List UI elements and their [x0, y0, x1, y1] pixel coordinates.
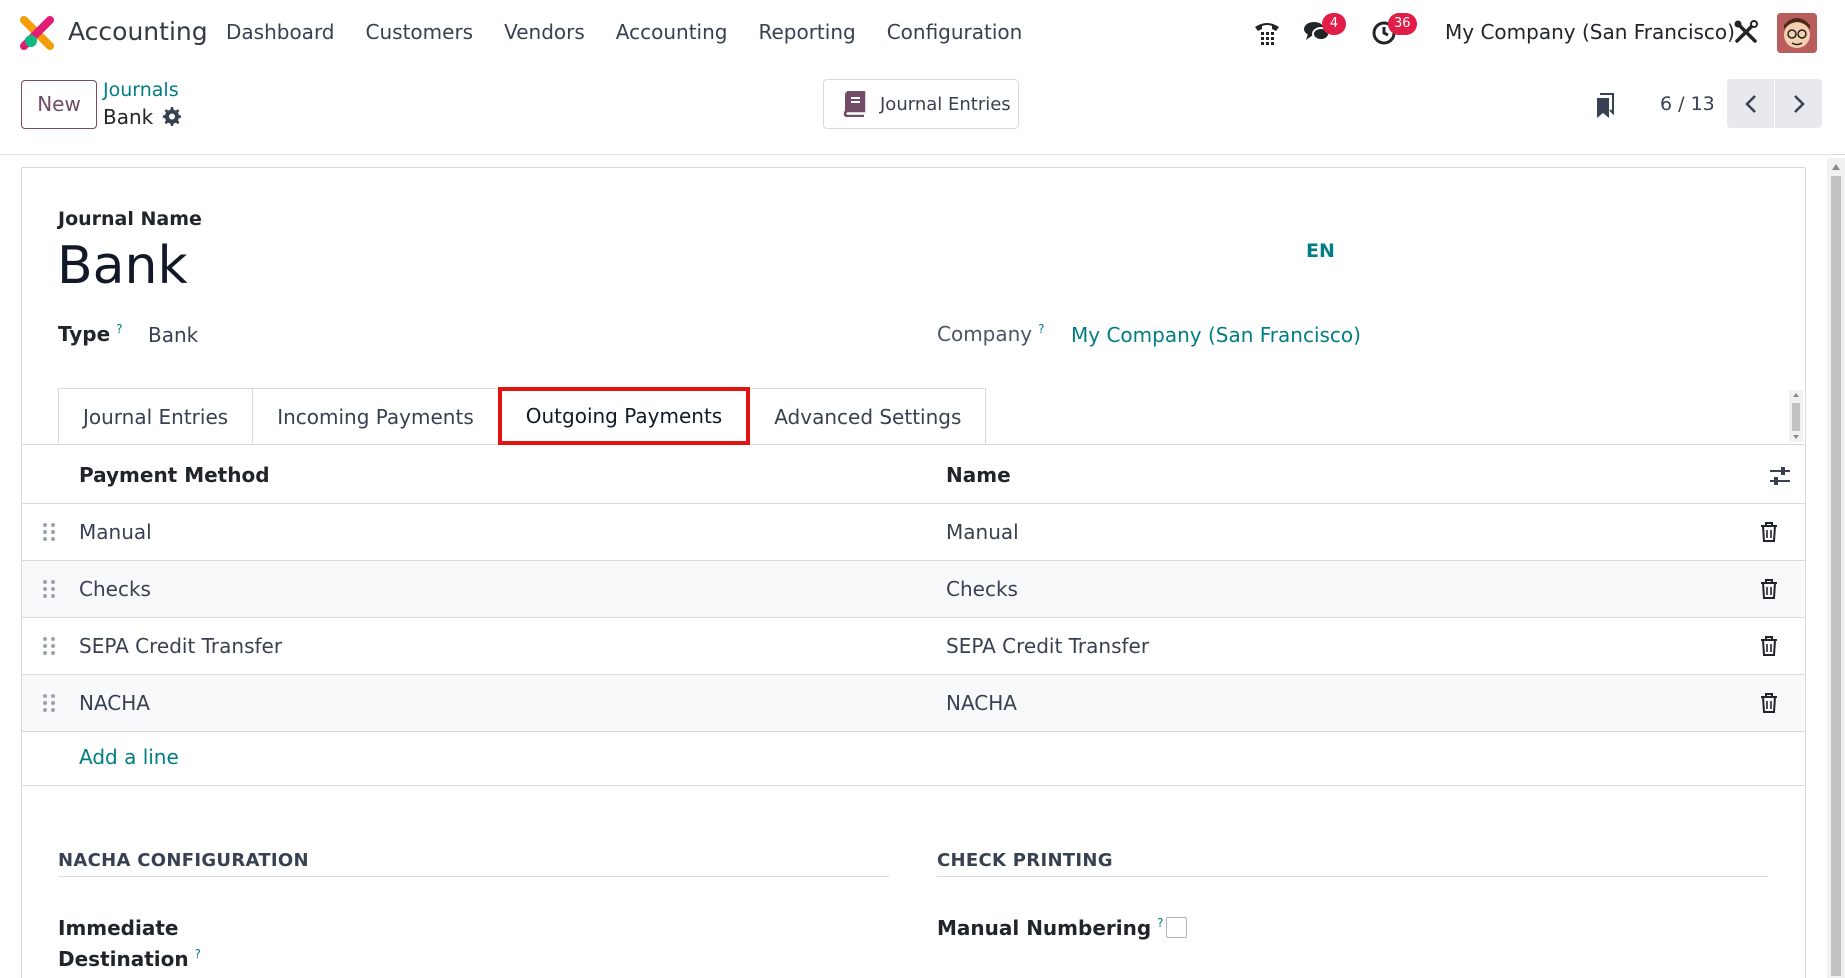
breadcrumb-journals[interactable]: Journals: [103, 79, 179, 101]
chevron-right-icon: [1793, 94, 1805, 113]
app-name[interactable]: Accounting: [68, 17, 208, 46]
page-scrollbar[interactable]: [1827, 158, 1845, 978]
menu-configuration[interactable]: Configuration: [887, 20, 1023, 44]
journal-entries-smart-button[interactable]: Journal Entries: [823, 79, 1019, 129]
name-cell[interactable]: NACHA: [946, 691, 1017, 715]
menu-customers[interactable]: Customers: [366, 20, 474, 44]
drag-handle-icon[interactable]: [42, 522, 56, 542]
payment-method-cell[interactable]: Checks: [79, 577, 151, 601]
messages-badge: 4: [1322, 13, 1346, 35]
pager-value[interactable]: 6 / 13: [1660, 93, 1715, 115]
breadcrumb-current: Bank: [103, 105, 154, 129]
optional-columns-icon[interactable]: [1768, 465, 1792, 487]
name-cell[interactable]: Checks: [946, 577, 1018, 601]
control-panel-divider: [0, 154, 1845, 155]
table-header: Payment Method Name: [22, 446, 1805, 504]
name-cell[interactable]: Manual: [946, 520, 1019, 544]
translation-language-button[interactable]: EN: [1306, 240, 1335, 262]
accounting-app-icon[interactable]: [20, 16, 54, 50]
menu-accounting[interactable]: Accounting: [616, 20, 728, 44]
manual-numbering-label: Manual Numbering?: [937, 916, 1164, 940]
column-header-name[interactable]: Name: [946, 463, 1011, 487]
table-row[interactable]: NACHA NACHA: [22, 675, 1805, 732]
top-navbar: Accounting Dashboard Customers Vendors A…: [0, 0, 1845, 66]
tabs-scrollbar[interactable]: [1789, 390, 1803, 442]
journal-name-field[interactable]: Bank: [57, 236, 188, 296]
immediate-destination-label-line1: Immediate: [58, 916, 179, 940]
add-line-link[interactable]: Add a line: [79, 745, 179, 769]
section-divider: [58, 876, 889, 877]
pager-next-button[interactable]: [1775, 79, 1822, 128]
notebook-tabs: Journal Entries Incoming Payments Outgoi…: [58, 387, 987, 445]
journal-name-caption: Journal Name: [58, 208, 202, 230]
check-printing-title: CHECK PRINTING: [937, 850, 1113, 871]
table-row[interactable]: Manual Manual: [22, 504, 1805, 561]
name-cell[interactable]: SEPA Credit Transfer: [946, 634, 1149, 658]
manual-numbering-checkbox[interactable]: [1166, 917, 1187, 938]
manual-numbering-label-text: Manual Numbering: [937, 916, 1152, 940]
new-button[interactable]: New: [21, 80, 97, 129]
trash-icon[interactable]: [1760, 579, 1778, 599]
menu-vendors[interactable]: Vendors: [504, 20, 585, 44]
type-field[interactable]: Bank: [148, 323, 198, 347]
trash-icon[interactable]: [1760, 636, 1778, 656]
drag-handle-icon[interactable]: [42, 693, 56, 713]
immediate-destination-label: Destination?: [58, 947, 201, 971]
trash-icon[interactable]: [1760, 522, 1778, 542]
activities-badge: 36: [1388, 13, 1417, 35]
book-icon: [843, 91, 866, 117]
payment-method-cell[interactable]: Manual: [79, 520, 152, 544]
tab-incoming-payments[interactable]: Incoming Payments: [252, 388, 499, 445]
help-tooltip-icon[interactable]: ?: [1157, 916, 1163, 930]
tab-advanced-settings[interactable]: Advanced Settings: [749, 388, 987, 445]
chevron-left-icon: [1744, 94, 1756, 113]
journal-entries-label: Journal Entries: [880, 93, 1011, 115]
help-tooltip-icon[interactable]: ?: [116, 322, 122, 336]
main-menu: Dashboard Customers Vendors Accounting R…: [226, 20, 1053, 44]
company-switcher[interactable]: My Company (San Francisco): [1445, 20, 1735, 44]
trash-icon[interactable]: [1760, 693, 1778, 713]
table-body: Manual Manual Checks Checks SEPA Credit …: [22, 504, 1805, 732]
payment-method-cell[interactable]: SEPA Credit Transfer: [79, 634, 282, 658]
company-label: Company?: [937, 322, 1045, 346]
debug-tools-icon[interactable]: [1733, 19, 1759, 45]
pager-previous-button[interactable]: [1727, 79, 1774, 128]
tab-journal-entries[interactable]: Journal Entries: [58, 388, 254, 445]
menu-reporting[interactable]: Reporting: [758, 20, 855, 44]
column-header-payment-method[interactable]: Payment Method: [79, 463, 270, 487]
company-field[interactable]: My Company (San Francisco): [1071, 323, 1361, 347]
drag-handle-icon[interactable]: [42, 579, 56, 599]
payment-method-cell[interactable]: NACHA: [79, 691, 150, 715]
tab-outgoing-payments[interactable]: Outgoing Payments: [497, 387, 751, 445]
user-avatar[interactable]: [1777, 13, 1817, 53]
tabs-underline: [22, 444, 1805, 445]
section-divider: [937, 876, 1768, 877]
table-bottom-border: [22, 785, 1805, 786]
company-label-text: Company: [937, 322, 1033, 346]
drag-handle-icon[interactable]: [42, 636, 56, 656]
gear-icon[interactable]: [161, 106, 181, 126]
phone-icon[interactable]: [1252, 17, 1282, 47]
menu-dashboard[interactable]: Dashboard: [226, 20, 335, 44]
immediate-destination-label-line2: Destination: [58, 947, 189, 971]
table-row[interactable]: Checks Checks: [22, 561, 1805, 618]
nacha-configuration-title: NACHA CONFIGURATION: [58, 850, 309, 871]
payment-methods-table: Payment Method Name Manual Manual Checks…: [22, 446, 1805, 732]
bookmark-icon[interactable]: [1595, 93, 1615, 119]
type-label-text: Type: [58, 322, 111, 346]
type-label: Type?: [58, 322, 123, 346]
table-row[interactable]: SEPA Credit Transfer SEPA Credit Transfe…: [22, 618, 1805, 675]
help-tooltip-icon[interactable]: ?: [195, 947, 201, 961]
help-tooltip-icon[interactable]: ?: [1038, 322, 1044, 336]
